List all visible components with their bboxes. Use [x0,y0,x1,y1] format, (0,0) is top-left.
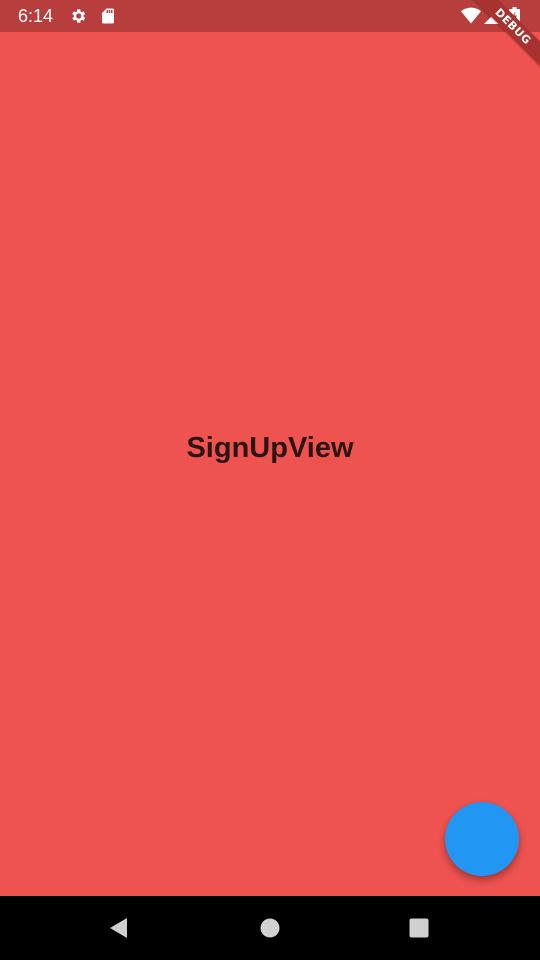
screen: 6:14 DEBUG SignUpView [0,0,540,960]
wifi-icon [461,7,481,25]
battery-icon [509,7,521,25]
floating-action-button[interactable] [445,802,519,876]
recents-icon[interactable] [408,917,430,939]
signal-icon [484,7,502,25]
gear-icon [69,7,87,25]
sd-card-icon [99,7,117,25]
page-title: SignUpView [186,432,354,464]
status-bar: 6:14 [0,0,540,32]
navigation-bar [0,896,540,960]
home-icon[interactable] [259,917,281,939]
back-icon[interactable] [108,917,130,939]
status-time: 6:14 [18,6,54,26]
